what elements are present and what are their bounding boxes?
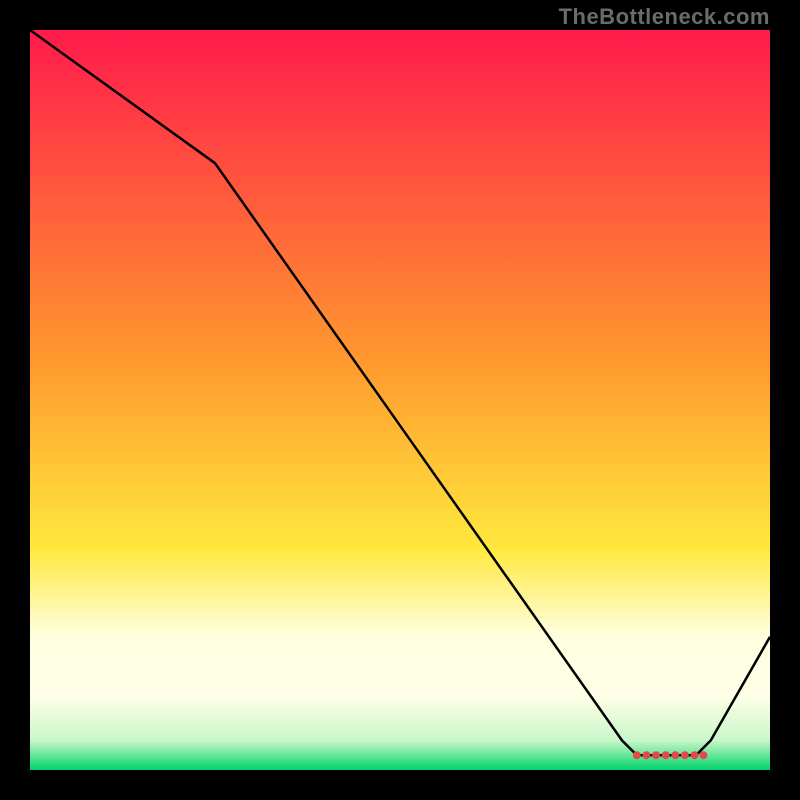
watermark-label: TheBottleneck.com bbox=[559, 4, 770, 30]
optimal-marker bbox=[642, 751, 650, 759]
optimal-marker bbox=[652, 751, 660, 759]
plot-area bbox=[30, 30, 770, 770]
optimal-marker bbox=[699, 751, 707, 759]
chart-frame: TheBottleneck.com bbox=[0, 0, 800, 800]
optimal-marker bbox=[662, 751, 670, 759]
optimal-marker bbox=[633, 751, 641, 759]
optimal-marker bbox=[671, 751, 679, 759]
optimal-marker bbox=[681, 751, 689, 759]
optimal-marker bbox=[691, 751, 699, 759]
gradient-background bbox=[30, 30, 770, 770]
chart-svg bbox=[30, 30, 770, 770]
